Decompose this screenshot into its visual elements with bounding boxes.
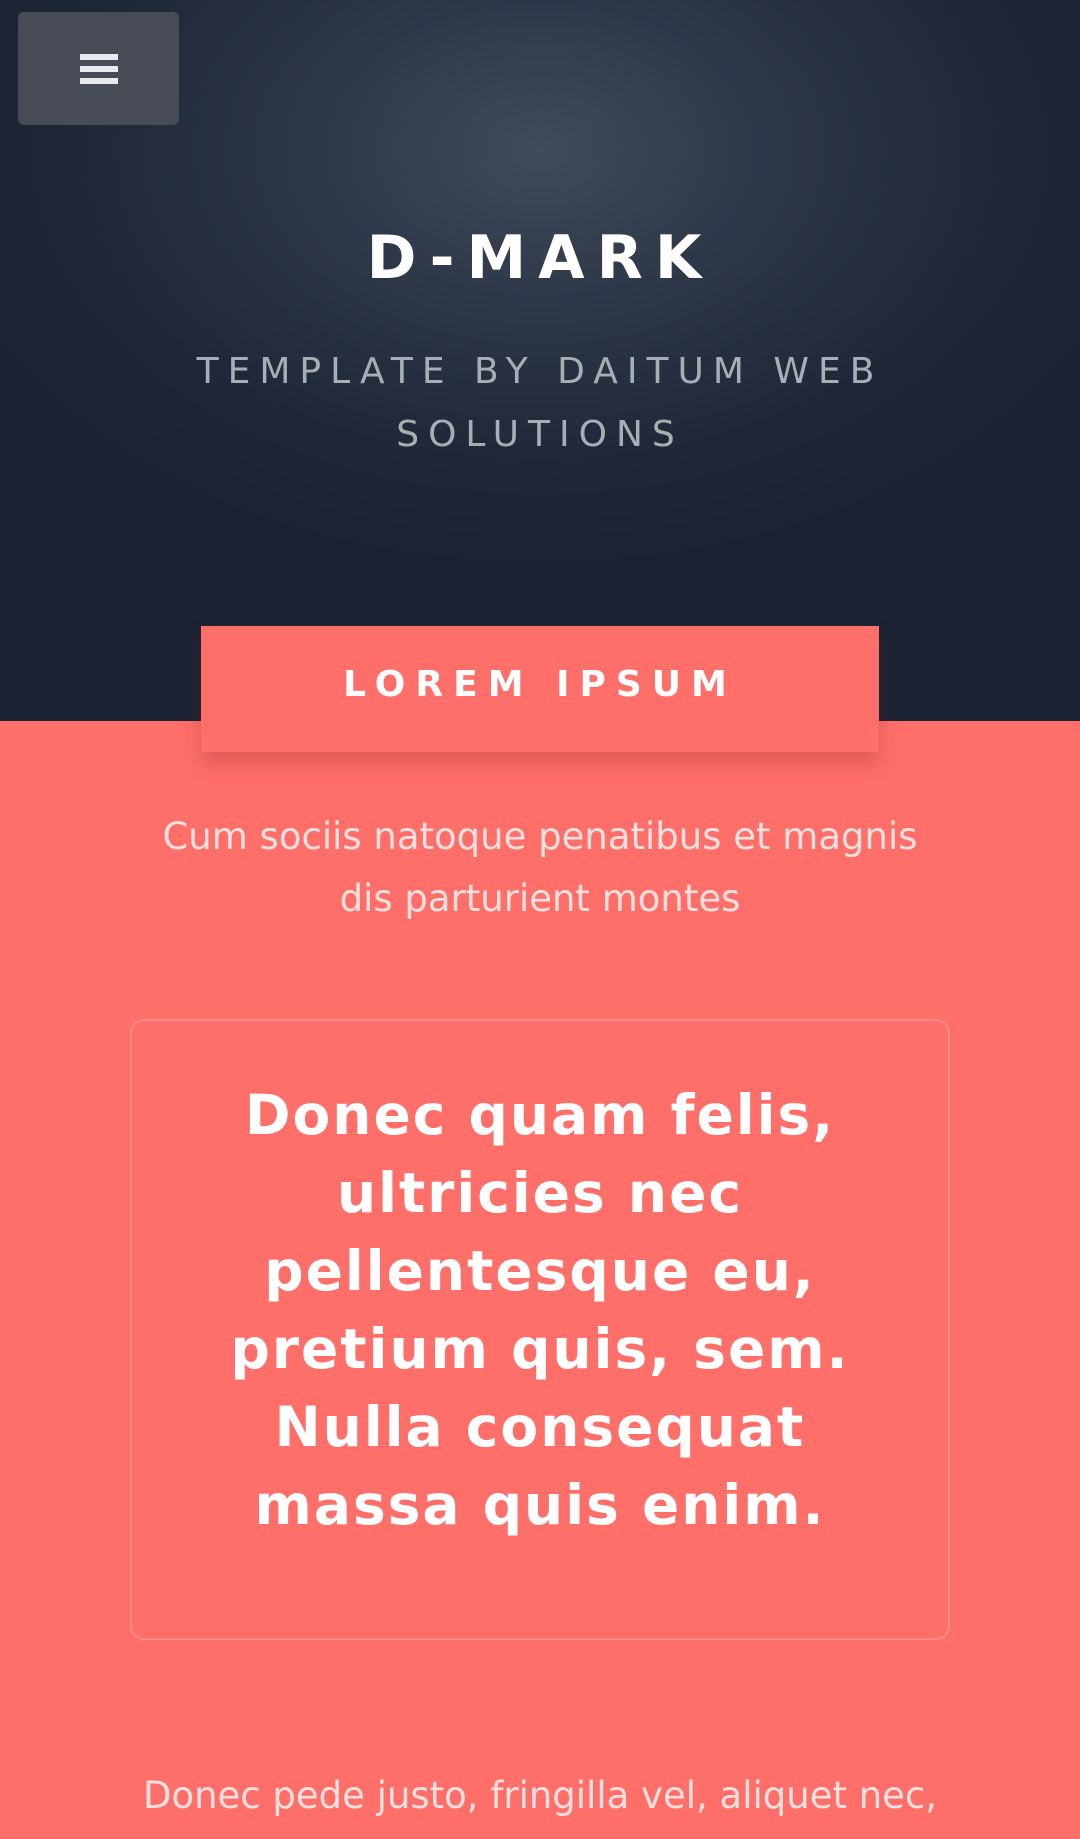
site-subtitle: TEMPLATE BY DAITUM WEB SOLUTIONS bbox=[196, 351, 884, 455]
hamburger-menu-icon bbox=[79, 53, 118, 84]
section-tab: LOREM IPSUM bbox=[201, 626, 879, 752]
hero-header: D-MARK TEMPLATE BY DAITUM WEB SOLUTIONS bbox=[0, 0, 1080, 721]
quote-text: Donec quam felis, ultricies nec pellente… bbox=[230, 1082, 850, 1537]
menu-button[interactable] bbox=[18, 12, 179, 125]
quote-box: Donec quam felis, ultricies nec pellente… bbox=[130, 1019, 950, 1640]
site-title: D-MARK bbox=[366, 223, 714, 293]
section-tab-label: LOREM IPSUM bbox=[343, 664, 737, 705]
section-body-text: Donec pede justo, fringilla vel, aliquet… bbox=[142, 1774, 938, 1817]
section-lead-text: Cum sociis natoque penatibus et magnis d… bbox=[162, 815, 918, 920]
